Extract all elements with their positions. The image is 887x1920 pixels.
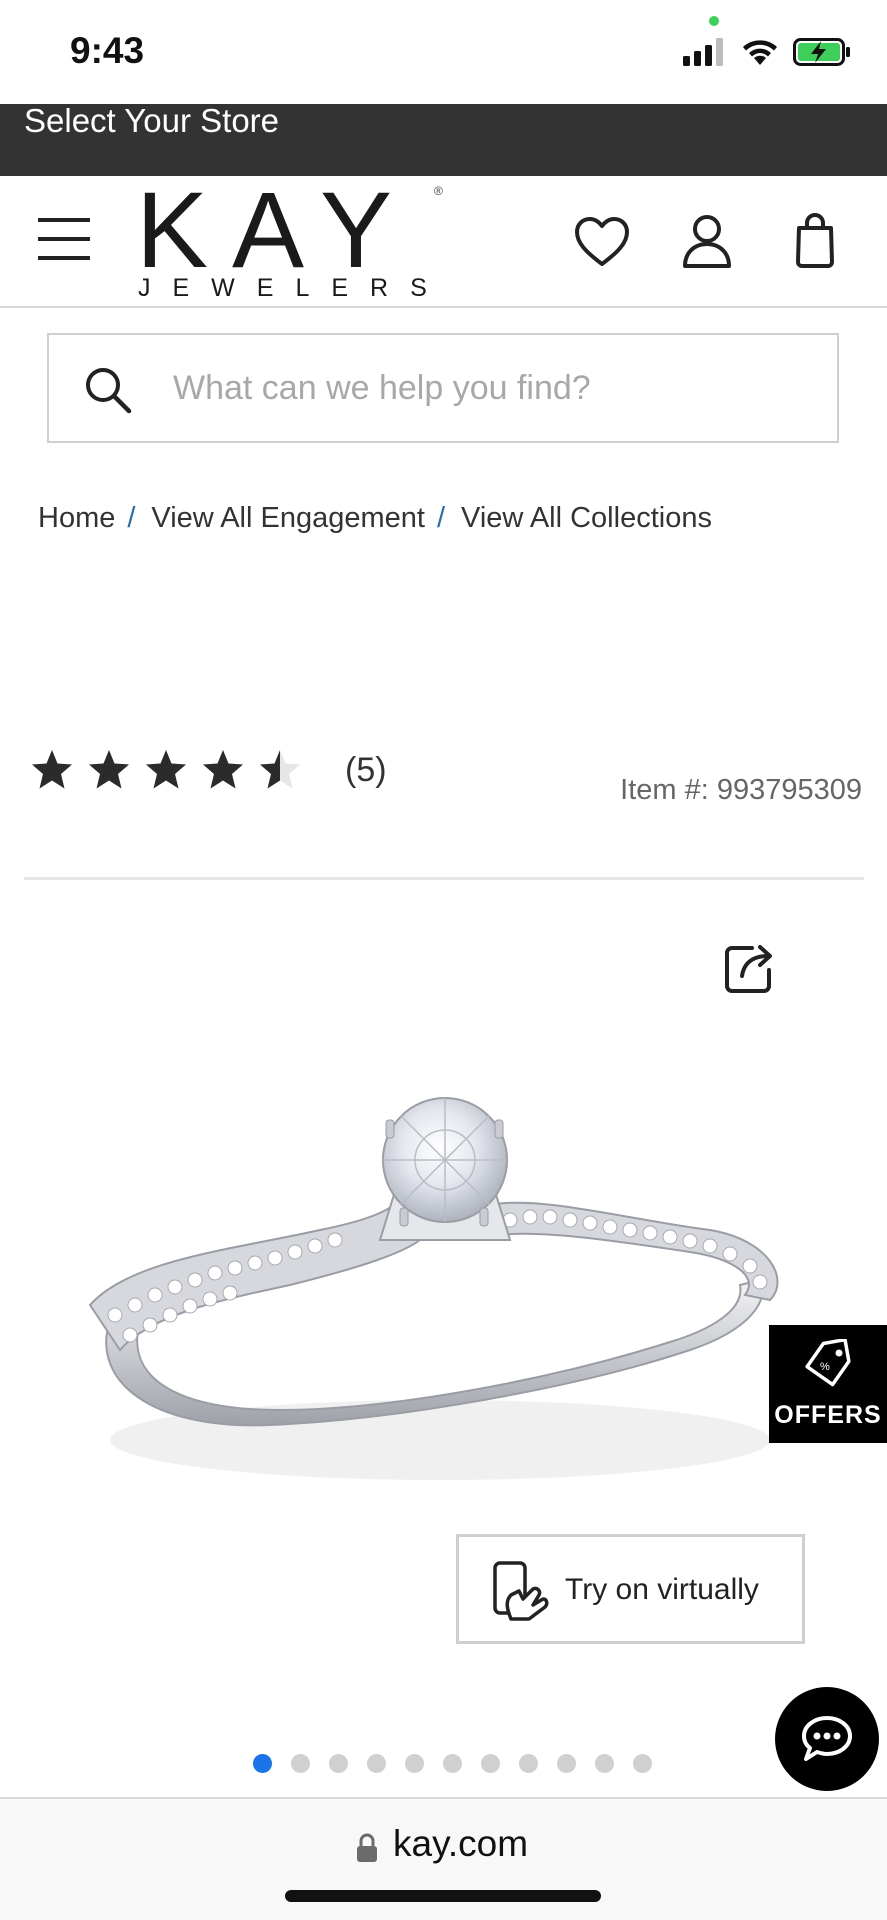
carousel-dot-active[interactable] (253, 1754, 272, 1773)
carousel-dot[interactable] (519, 1754, 538, 1773)
star-full-icon (89, 750, 129, 789)
price-tag-icon: % (805, 1339, 851, 1387)
carousel-dot[interactable] (557, 1754, 576, 1773)
camera-indicator (709, 16, 719, 26)
status-time: 9:43 (70, 30, 145, 71)
product-rating[interactable]: (5) (30, 748, 387, 792)
carousel-dot[interactable] (595, 1754, 614, 1773)
url-text: kay.com (393, 1823, 529, 1864)
star-full-icon (32, 750, 72, 789)
menu-icon[interactable] (38, 216, 90, 262)
carousel-dot[interactable] (633, 1754, 652, 1773)
try-on-virtually-label: Try on virtually (565, 1573, 759, 1606)
review-count[interactable]: (5) (345, 751, 387, 790)
search-bar[interactable] (47, 333, 839, 443)
breadcrumb-separator: / (436, 502, 446, 534)
breadcrumb-view-all-engagement[interactable]: View All Engagement (151, 502, 425, 535)
product-image-ring[interactable] (70, 1080, 810, 1500)
virtual-try-on-icon (493, 1561, 549, 1621)
select-store-banner[interactable]: Select Your Store (0, 102, 887, 176)
logo-sub-text: JEWELERS (138, 274, 449, 302)
star-half-icon (260, 750, 300, 789)
svg-text:%: % (820, 1361, 830, 1373)
logo-main-text: KAY (136, 169, 417, 290)
kay-jewelers-logo[interactable]: KAY ® JEWELERS (136, 176, 452, 304)
breadcrumb-view-all-collections[interactable]: View All Collections (461, 502, 712, 535)
status-icons (683, 38, 851, 66)
carousel-dot[interactable] (405, 1754, 424, 1773)
search-input[interactable] (171, 355, 811, 421)
star-rating (30, 748, 315, 792)
wifi-icon (743, 40, 777, 65)
offers-tab[interactable]: % OFFERS (769, 1325, 887, 1443)
status-bar: 9:43 (0, 0, 887, 104)
breadcrumb: Home / View All Engagement / View All Co… (38, 502, 712, 535)
star-full-icon (203, 750, 243, 789)
lock-icon (357, 1833, 377, 1862)
search-icon[interactable] (83, 365, 133, 415)
chat-button[interactable] (775, 1687, 879, 1791)
site-header: KAY ® JEWELERS (0, 176, 887, 308)
home-indicator[interactable] (285, 1890, 601, 1902)
star-full-icon (146, 750, 186, 789)
battery-charging-icon (793, 38, 850, 66)
shopping-bag-icon[interactable] (794, 212, 836, 268)
try-on-virtually-button[interactable]: Try on virtually (456, 1534, 805, 1644)
cellular-signal-icon (683, 38, 723, 66)
carousel-dot[interactable] (291, 1754, 310, 1773)
breadcrumb-home[interactable]: Home (38, 502, 115, 535)
carousel-dot[interactable] (367, 1754, 386, 1773)
share-icon[interactable] (722, 940, 778, 996)
account-icon[interactable] (682, 214, 732, 268)
breadcrumb-separator: / (127, 502, 136, 534)
divider (24, 877, 864, 880)
heart-icon[interactable] (574, 216, 630, 268)
carousel-dot[interactable] (443, 1754, 462, 1773)
carousel-dot[interactable] (329, 1754, 348, 1773)
item-number: Item #: 993795309 (620, 774, 862, 806)
select-store-label: Select Your Store (24, 102, 280, 139)
carousel-dot[interactable] (481, 1754, 500, 1773)
image-carousel-dots (253, 1754, 671, 1773)
chat-bubble-icon (802, 1716, 852, 1761)
offers-label: OFFERS (774, 1401, 882, 1429)
logo-registered-mark: ® (434, 184, 443, 198)
